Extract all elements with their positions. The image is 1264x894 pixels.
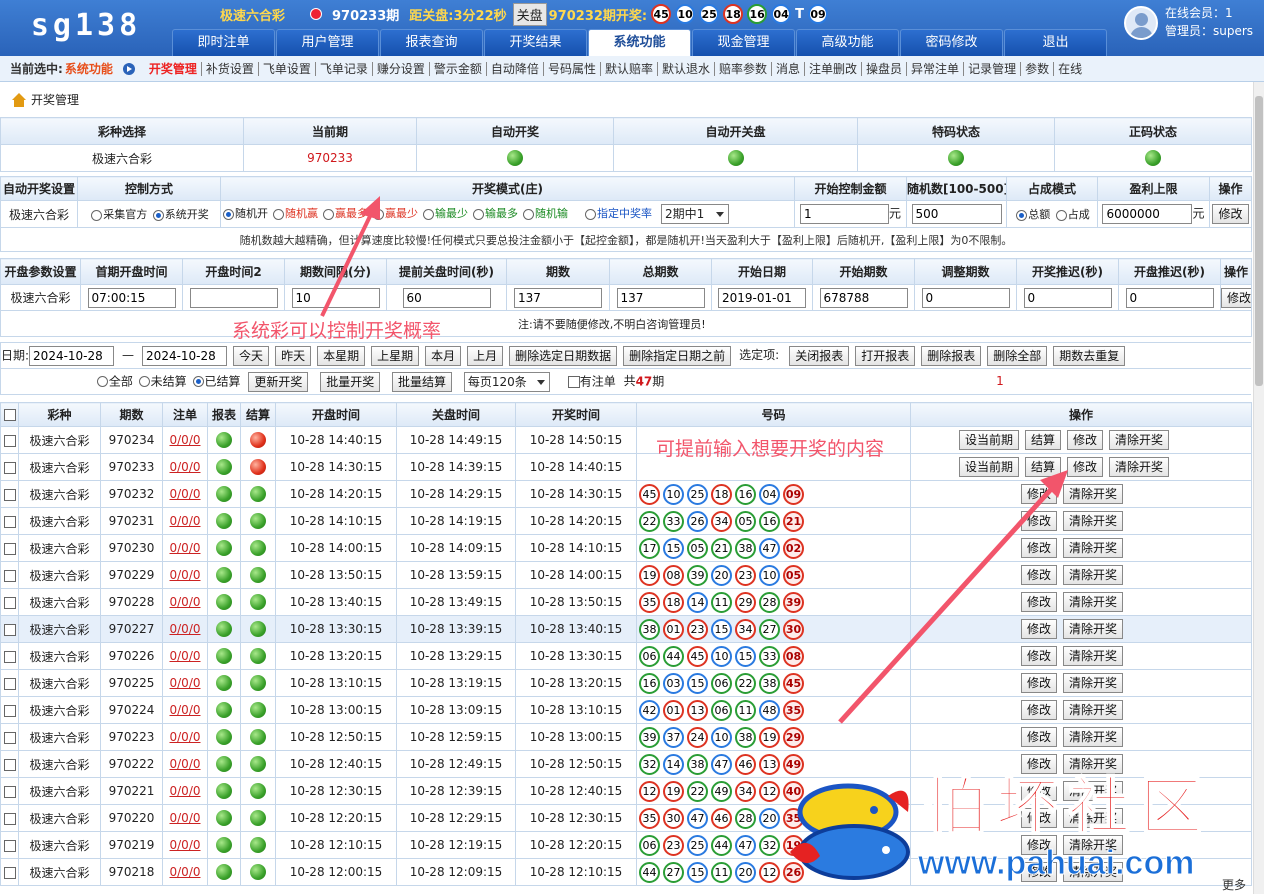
arrow-line-1 — [320, 211, 374, 317]
annotation-control-probability: 系统彩可以控制开奖概率 — [232, 320, 442, 342]
app-root: sg138 极速六合彩 970233期 距关盘: 3分22秒 关盘 970232… — [0, 0, 1264, 894]
more-link[interactable]: 更多 — [1222, 876, 1246, 893]
arrow-line-2 — [838, 484, 1056, 724]
annotation-preset-result: 可提前输入想要开奖的内容 — [656, 438, 885, 460]
annotation-arrows — [320, 196, 1068, 724]
arrow-head-1 — [360, 196, 380, 220]
